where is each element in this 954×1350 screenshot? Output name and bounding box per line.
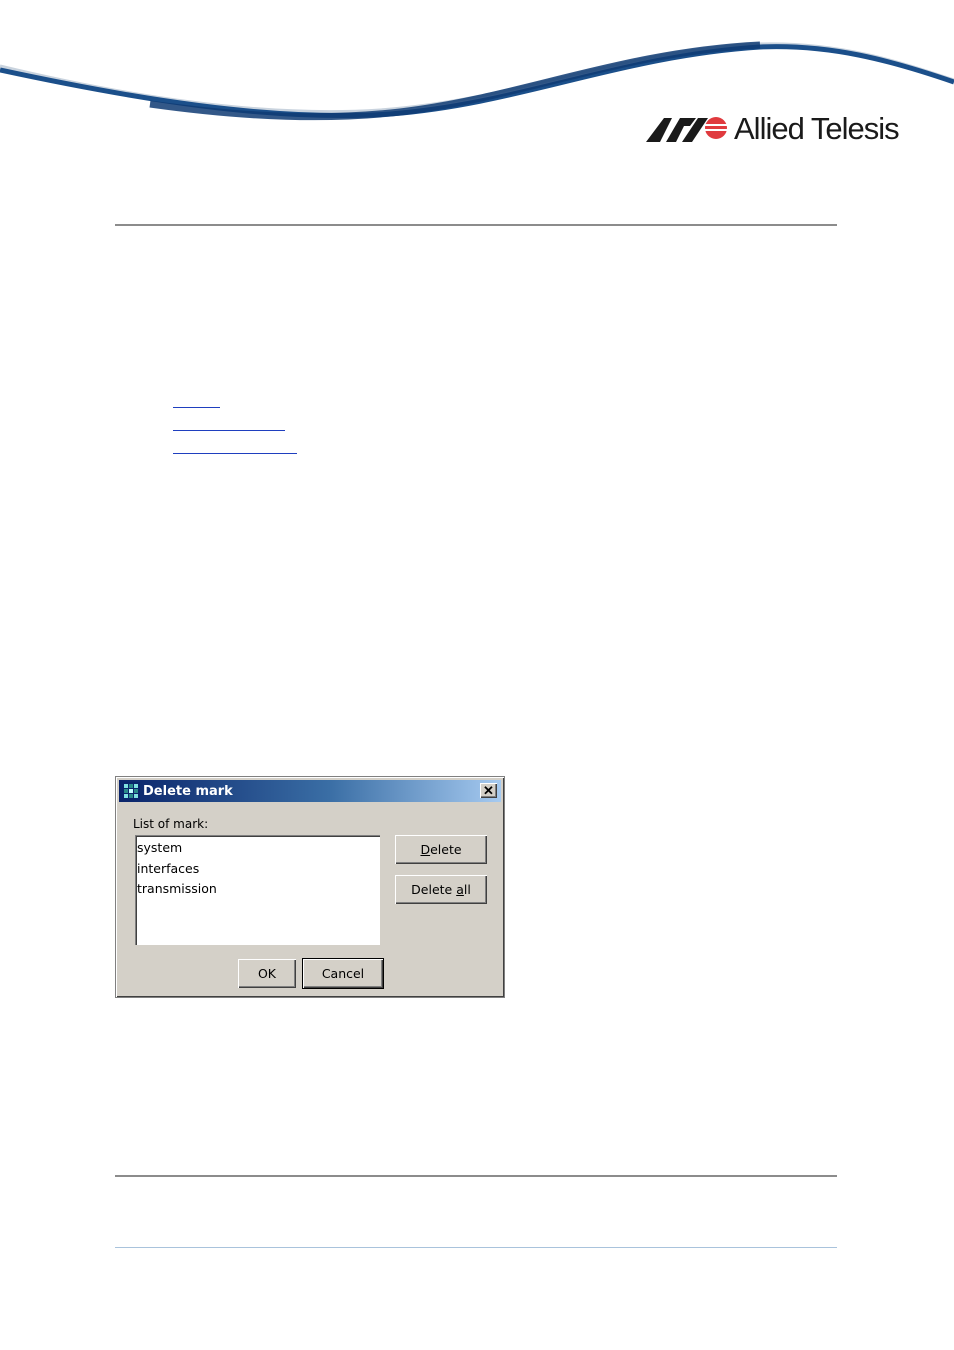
footer-rule [115,1175,837,1177]
logo-wordmark: Allied Telesis [734,110,900,146]
delete-all-accelerator: a [456,882,464,897]
delete-button[interactable]: Delete [395,835,487,864]
link-underline-1[interactable] [173,407,220,408]
cancel-button[interactable]: Cancel [303,959,383,988]
dialog-title: Delete mark [143,783,233,799]
delete-mark-dialog: Delete mark ✕ List of mark: system inter… [115,776,505,998]
close-button[interactable]: ✕ [480,783,497,798]
delete-all-label-pre: Delete [411,882,457,897]
list-item[interactable]: transmission [137,880,378,901]
footer-thin-rule [115,1247,837,1248]
link-underline-2[interactable] [173,430,285,431]
mark-listbox[interactable]: system interfaces transmission [135,835,380,945]
delete-all-button[interactable]: Delete a ll [395,875,487,904]
list-item[interactable]: system [137,839,378,860]
close-icon: ✕ [483,783,494,798]
dialog-titlebar[interactable]: Delete mark ✕ [119,780,501,802]
list-item[interactable]: interfaces [137,860,378,881]
app-icon [122,782,140,800]
allied-telesis-logo: Allied Telesis [646,108,900,148]
delete-label-post: elete [430,842,462,857]
header-rule [115,224,837,226]
allied-telesis-logo-mark-icon [646,117,728,142]
delete-accelerator: D [420,842,431,857]
list-label: List of mark: [133,817,209,831]
ok-button[interactable]: OK [238,959,296,988]
delete-all-label-post: ll [463,882,471,897]
link-underline-3[interactable] [173,453,297,454]
